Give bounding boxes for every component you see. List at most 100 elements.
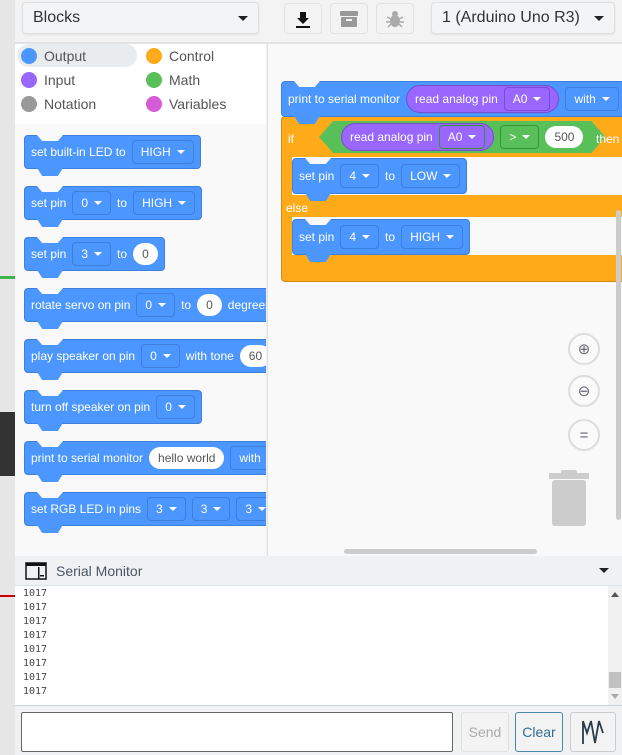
send-button[interactable]: Send [461, 712, 509, 752]
category-control[interactable]: Control [142, 44, 262, 67]
block-rotate-servo[interactable]: rotate servo on pin 0 to 0 degrees [24, 288, 266, 322]
pin-dropdown[interactable]: 3 [191, 497, 231, 521]
block-text: to [117, 247, 128, 261]
debug-bug-icon [386, 10, 404, 28]
debugger-button[interactable] [376, 3, 414, 34]
block-print-serial[interactable]: print to serial monitor hello world with [24, 441, 266, 475]
block-set-pin-high[interactable]: set pin 4 to HIGH [292, 219, 471, 255]
pin-dropdown[interactable]: 3 [72, 242, 112, 266]
if-else-block[interactable]: if read analog pin A0 > 500 then else [281, 116, 622, 282]
dropdown-value: HIGH [142, 196, 173, 210]
editor-mode-dropdown[interactable]: Blocks [22, 2, 259, 34]
pin-dropdown[interactable]: 0 [156, 395, 195, 419]
then-label: then [596, 132, 620, 146]
chevron-down-icon [238, 15, 248, 21]
chevron-down-icon [258, 507, 266, 511]
category-label: Output [44, 47, 87, 64]
block-turn-off-speaker[interactable]: turn off speaker on pin 0 [24, 390, 202, 424]
category-variables[interactable]: Variables [142, 92, 262, 115]
horizontal-scrollbar[interactable] [344, 549, 537, 554]
category-math[interactable]: Math [142, 68, 262, 91]
pin-dropdown[interactable]: 0 [141, 344, 180, 368]
block-set-pin-low[interactable]: set pin 4 to LOW [292, 158, 468, 194]
dropdown-value: 3 [245, 502, 253, 516]
code-workspace[interactable]: if read analog pin A0 > 500 then else set… [267, 44, 622, 556]
chevron-down-icon [213, 507, 222, 511]
zoom-out-button[interactable]: ⊖ [568, 375, 600, 407]
chevron-down-icon [468, 135, 476, 139]
block-palette: set built-in LED to HIGH set pin 0 to HIGH s… [15, 124, 266, 556]
variables-dot-icon [146, 95, 162, 112]
number-input[interactable]: 0 [197, 294, 222, 316]
number-input[interactable]: 0 [133, 243, 158, 265]
serial-line: 1017 [23, 630, 48, 641]
chevron-down-icon [162, 354, 171, 358]
serial-monitor-header[interactable]: Serial Monitor [15, 556, 622, 586]
chevron-down-icon [362, 174, 371, 178]
category-label: Input [44, 71, 76, 88]
value-dropdown[interactable]: HIGH [133, 191, 196, 215]
block-set-builtin-led[interactable]: set built-in LED to HIGH [24, 135, 201, 169]
serial-scrollbar[interactable] [608, 586, 622, 705]
value-dropdown[interactable]: HIGH [131, 140, 194, 164]
serial-input[interactable] [21, 712, 453, 752]
operator-dropdown[interactable]: > [500, 125, 539, 149]
serial-monitor-icon [25, 561, 47, 580]
block-text: to [385, 230, 396, 244]
scroll-up-icon[interactable] [611, 592, 619, 597]
number-input[interactable]: 500 [545, 126, 583, 148]
category-notation[interactable]: Notation [17, 92, 137, 115]
category-input[interactable]: Input [17, 68, 137, 91]
newline-dropdown[interactable]: with [230, 446, 266, 470]
plotter-button[interactable] [570, 712, 616, 752]
chevron-down-icon [443, 174, 452, 178]
number-input[interactable]: 60 [239, 345, 266, 367]
dropdown-value: HIGH [140, 145, 171, 159]
clear-button[interactable]: Clear [515, 712, 563, 752]
block-text: play speaker on pin [31, 349, 136, 363]
text-input[interactable]: hello world [149, 447, 225, 469]
download-button[interactable] [284, 3, 322, 34]
chevron-down-icon [362, 235, 371, 239]
dropdown-value: 3 [200, 502, 208, 516]
value-dropdown[interactable]: LOW [401, 164, 461, 188]
scroll-thumb[interactable] [609, 672, 621, 688]
pin-dropdown[interactable]: A0 [503, 87, 551, 111]
block-text: degrees [227, 298, 266, 312]
pin-dropdown[interactable]: 0 [136, 293, 176, 317]
value-dropdown[interactable]: HIGH [401, 225, 464, 249]
pin-dropdown[interactable]: 3 [147, 497, 186, 521]
block-print-serial-analog[interactable]: print to serial monitor read analog pin A0… [281, 81, 622, 117]
comparison-block[interactable]: read analog pin A0 > 500 [319, 121, 605, 153]
dropdown-value: A0 [447, 130, 463, 144]
pin-dropdown[interactable]: 4 [340, 164, 380, 188]
block-text: set pin [299, 230, 335, 244]
pin-dropdown[interactable]: 0 [72, 191, 112, 215]
read-analog-pin-block[interactable]: read analog pin A0 [341, 123, 494, 151]
block-set-pin-analog[interactable]: set pin 3 to 0 [24, 237, 165, 271]
reset-zoom-icon: = [579, 426, 589, 444]
device-dropdown[interactable]: 1 (Arduino Uno R3) [431, 2, 615, 34]
block-text: set pin [31, 247, 67, 261]
zoom-in-button[interactable]: ⊕ [568, 333, 600, 365]
block-play-speaker[interactable]: play speaker on pin 0 with tone 60 [24, 339, 266, 373]
pin-dropdown[interactable]: 3 [236, 497, 266, 521]
category-output[interactable]: Output [17, 44, 137, 67]
read-analog-pin-block[interactable]: read analog pin A0 [406, 85, 560, 113]
dropdown-value: 0 [81, 196, 89, 210]
block-text: print to serial monitor [31, 451, 144, 465]
trash-icon[interactable] [549, 470, 589, 526]
reset-zoom-button[interactable]: = [568, 419, 600, 451]
scroll-down-icon[interactable] [611, 694, 619, 699]
pin-dropdown[interactable]: A0 [439, 125, 486, 149]
newline-dropdown[interactable]: with [565, 87, 619, 111]
library-button[interactable] [330, 3, 368, 34]
vertical-scrollbar[interactable] [616, 210, 621, 520]
collapse-chevron-icon[interactable] [599, 568, 609, 573]
pin-dropdown[interactable]: 4 [340, 225, 380, 249]
block-text: set RGB LED in pins [31, 502, 142, 516]
control-dot-icon [146, 47, 162, 64]
category-label: Control [169, 47, 215, 64]
block-set-rgb-led[interactable]: set RGB LED in pins 3 3 3 [24, 492, 266, 526]
block-set-pin[interactable]: set pin 0 to HIGH [24, 186, 203, 220]
